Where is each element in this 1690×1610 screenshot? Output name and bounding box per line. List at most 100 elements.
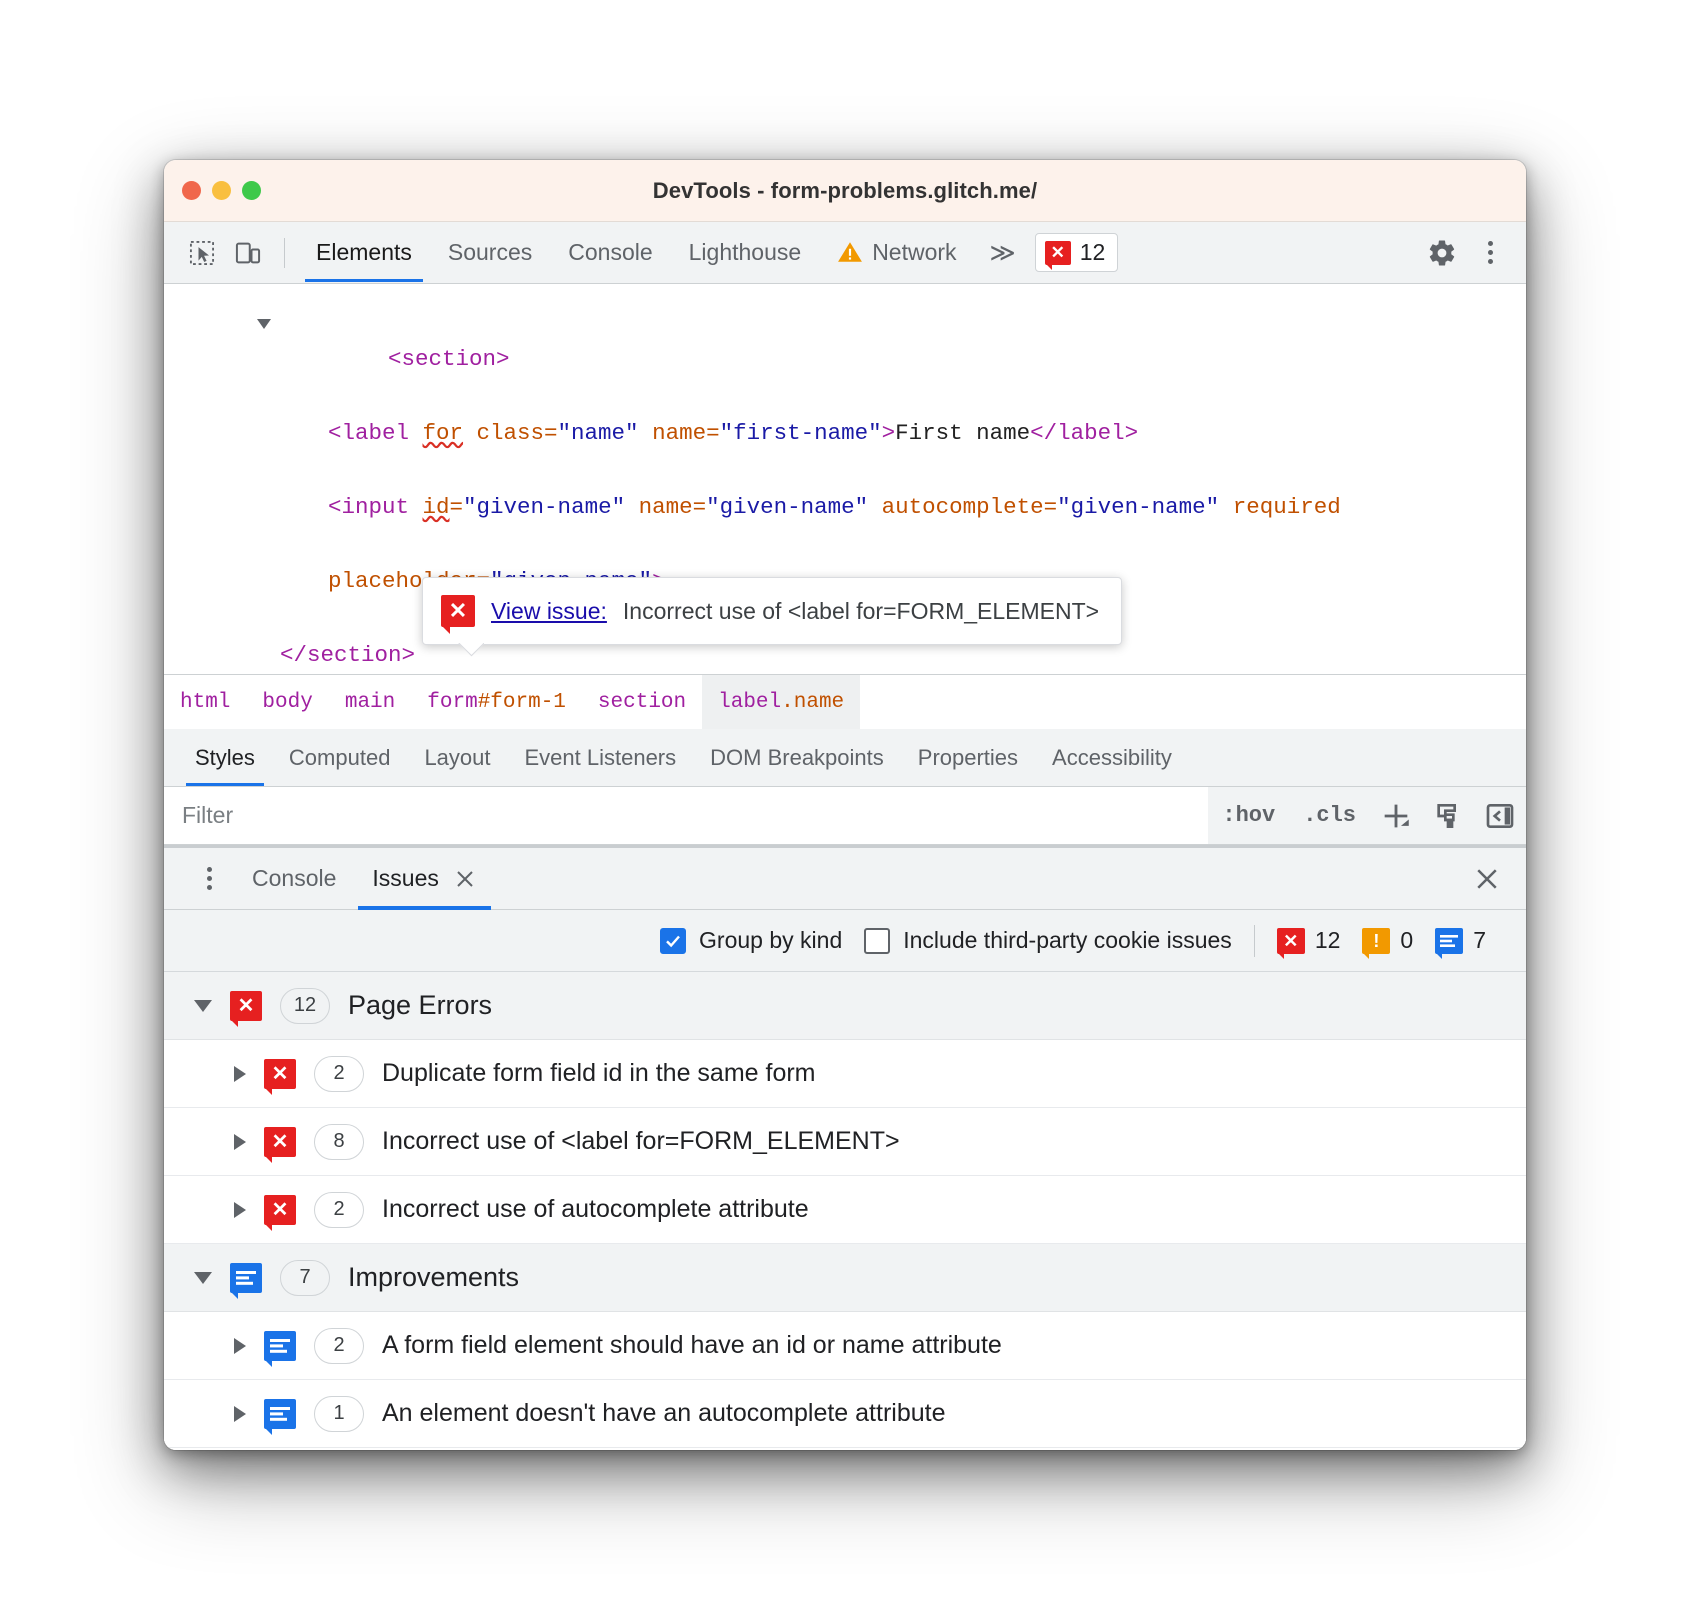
expand-triangle-icon[interactable] — [234, 1202, 246, 1218]
hover-state-button[interactable]: :hov — [1208, 803, 1289, 828]
dom-line-section-open-1[interactable]: <section> — [164, 304, 1526, 415]
expand-triangle-icon[interactable] — [257, 319, 271, 329]
issue-item-form-field-id-or-name[interactable]: 2 A form field element should have an id… — [164, 1312, 1526, 1380]
error-bubble-icon: ✕ — [264, 1127, 296, 1157]
issue-count-badge: 2 — [314, 1192, 364, 1228]
breadcrumb-item-label[interactable]: label.name — [702, 675, 860, 729]
window-titlebar: DevTools - form-problems.glitch.me/ — [164, 160, 1526, 222]
checkbox-box[interactable] — [864, 928, 890, 954]
issues-list[interactable]: ✕ 12 Page Errors ✕ 2 Duplicate form fiel… — [164, 972, 1526, 1450]
include-third-party-cookie-issues-checkbox[interactable]: Include third-party cookie issues — [864, 927, 1232, 954]
issue-popover[interactable]: ✕ View issue: Incorrect use of <label fo… — [422, 577, 1122, 645]
expand-triangle-icon[interactable] — [234, 1134, 246, 1150]
toggle-computed-sidebar-icon[interactable] — [1474, 787, 1526, 844]
tab-layout[interactable]: Layout — [407, 729, 507, 786]
view-issue-link[interactable]: View issue: — [491, 598, 607, 625]
kebab-dots — [207, 867, 212, 890]
checkbox-box[interactable] — [660, 928, 686, 954]
close-window-button[interactable] — [182, 181, 201, 200]
tab-network[interactable]: Network — [820, 225, 973, 281]
tab-properties[interactable]: Properties — [901, 729, 1035, 786]
issue-count-badge: 7 — [280, 1260, 330, 1296]
toolbar-divider — [284, 238, 285, 268]
devtools-main-toolbar: Elements Sources Console Lighthouse Netw… — [164, 222, 1526, 284]
kebab-menu-icon[interactable] — [1468, 231, 1512, 275]
tab-computed[interactable]: Computed — [272, 729, 408, 786]
collapse-triangle-icon[interactable] — [194, 1272, 212, 1284]
gear-icon[interactable] — [1420, 231, 1464, 275]
expand-triangle-icon[interactable] — [234, 1406, 246, 1422]
dom-tree-panel[interactable]: <section> <label for class="name" name="… — [164, 284, 1526, 674]
breadcrumb-item-html[interactable]: html — [164, 675, 246, 729]
group-by-kind-checkbox[interactable]: Group by kind — [660, 927, 842, 954]
breadcrumb-item-main[interactable]: main — [329, 675, 411, 729]
warning-triangle-icon — [837, 240, 863, 264]
issue-title: A form field element should have an id o… — [382, 1331, 1002, 1360]
tab-elements[interactable]: Elements — [299, 225, 429, 281]
error-bubble-icon: ✕ — [1045, 241, 1071, 265]
filter-input[interactable] — [164, 787, 1208, 844]
info-bubble-icon — [230, 1263, 262, 1293]
element-sidebar-tabs: Styles Computed Layout Event Listeners D… — [164, 729, 1526, 787]
issue-title: Incorrect use of autocomplete attribute — [382, 1195, 809, 1224]
new-stylesheet-icon[interactable] — [1422, 787, 1474, 844]
tab-console[interactable]: Console — [551, 225, 669, 281]
breadcrumb[interactable]: html body main form#form-1 section label… — [164, 674, 1526, 729]
issue-group-page-errors[interactable]: ✕ 12 Page Errors — [164, 972, 1526, 1040]
breadcrumb-item-form[interactable]: form#form-1 — [411, 675, 582, 729]
drawer-tab-issues[interactable]: Issues — [354, 848, 494, 909]
drawer-tabs: Console Issues — [164, 848, 1526, 910]
tab-styles[interactable]: Styles — [178, 729, 272, 786]
minimize-window-button[interactable] — [212, 181, 231, 200]
kebab-dots — [1488, 241, 1493, 264]
maximize-window-button[interactable] — [242, 181, 261, 200]
issue-group-improvements[interactable]: 7 Improvements — [164, 1244, 1526, 1312]
drawer-tab-console[interactable]: Console — [234, 848, 354, 909]
error-bubble-icon: ✕ — [264, 1195, 296, 1225]
expand-triangle-icon[interactable] — [234, 1338, 246, 1354]
info-bubble-icon — [1435, 928, 1463, 954]
include-third-party-label: Include third-party cookie issues — [903, 927, 1232, 954]
tab-event-listeners[interactable]: Event Listeners — [508, 729, 694, 786]
tab-lighthouse[interactable]: Lighthouse — [672, 225, 819, 281]
issue-item-duplicate-form-field-id[interactable]: ✕ 2 Duplicate form field id in the same … — [164, 1040, 1526, 1108]
toolbar-right-group — [1420, 231, 1512, 275]
inspect-element-icon[interactable] — [180, 231, 224, 275]
dom-line-input-given-name[interactable]: <input id="given-name" name="given-name"… — [164, 489, 1526, 563]
element-classes-button[interactable]: .cls — [1289, 803, 1370, 828]
device-toolbar-icon[interactable] — [226, 231, 270, 275]
devtools-drawer: Console Issues Group — [164, 845, 1526, 1450]
issue-count-badge: 1 — [314, 1396, 364, 1432]
error-count-group: ✕ 12 — [1277, 927, 1341, 954]
collapse-triangle-icon[interactable] — [194, 1000, 212, 1012]
issue-title: Duplicate form field id in the same form — [382, 1059, 816, 1088]
error-bubble-icon: ✕ — [230, 991, 262, 1021]
issue-count-badge: 12 — [280, 988, 330, 1024]
tab-accessibility[interactable]: Accessibility — [1035, 729, 1189, 786]
toolbar-divider — [1254, 925, 1255, 957]
tab-sources[interactable]: Sources — [431, 225, 549, 281]
warning-count-group: ! 0 — [1362, 927, 1413, 954]
error-count-pill[interactable]: ✕ 12 — [1035, 233, 1119, 272]
issue-item-incorrect-autocomplete[interactable]: ✕ 2 Incorrect use of autocomplete attrib… — [164, 1176, 1526, 1244]
breadcrumb-item-body[interactable]: body — [246, 675, 328, 729]
more-tabs-button[interactable]: ≫ — [976, 238, 1027, 268]
error-bubble-icon: ✕ — [264, 1059, 296, 1089]
error-bubble-icon: ✕ — [1277, 928, 1305, 954]
dom-line-clipped — [164, 286, 1526, 304]
dom-line-label-first-name[interactable]: <label for class="name" name="first-name… — [164, 415, 1526, 489]
issue-count-badge: 8 — [314, 1124, 364, 1160]
issue-title: Incorrect use of <label for=FORM_ELEMENT… — [382, 1127, 900, 1156]
close-tab-icon[interactable] — [453, 867, 477, 891]
issue-item-no-autocomplete-attribute[interactable]: 1 An element doesn't have an autocomplet… — [164, 1380, 1526, 1448]
issue-group-title: Improvements — [348, 1262, 519, 1293]
close-drawer-icon[interactable] — [1448, 848, 1526, 909]
info-bubble-icon — [264, 1331, 296, 1361]
plus-new-style-rule-icon[interactable] — [1370, 787, 1422, 844]
tab-dom-breakpoints[interactable]: DOM Breakpoints — [693, 729, 901, 786]
issue-item-incorrect-label-for[interactable]: ✕ 8 Incorrect use of <label for=FORM_ELE… — [164, 1108, 1526, 1176]
breadcrumb-item-section[interactable]: section — [582, 675, 702, 729]
issue-count-badge: 2 — [314, 1328, 364, 1364]
drawer-kebab-menu-icon[interactable] — [184, 848, 234, 909]
expand-triangle-icon[interactable] — [234, 1066, 246, 1082]
